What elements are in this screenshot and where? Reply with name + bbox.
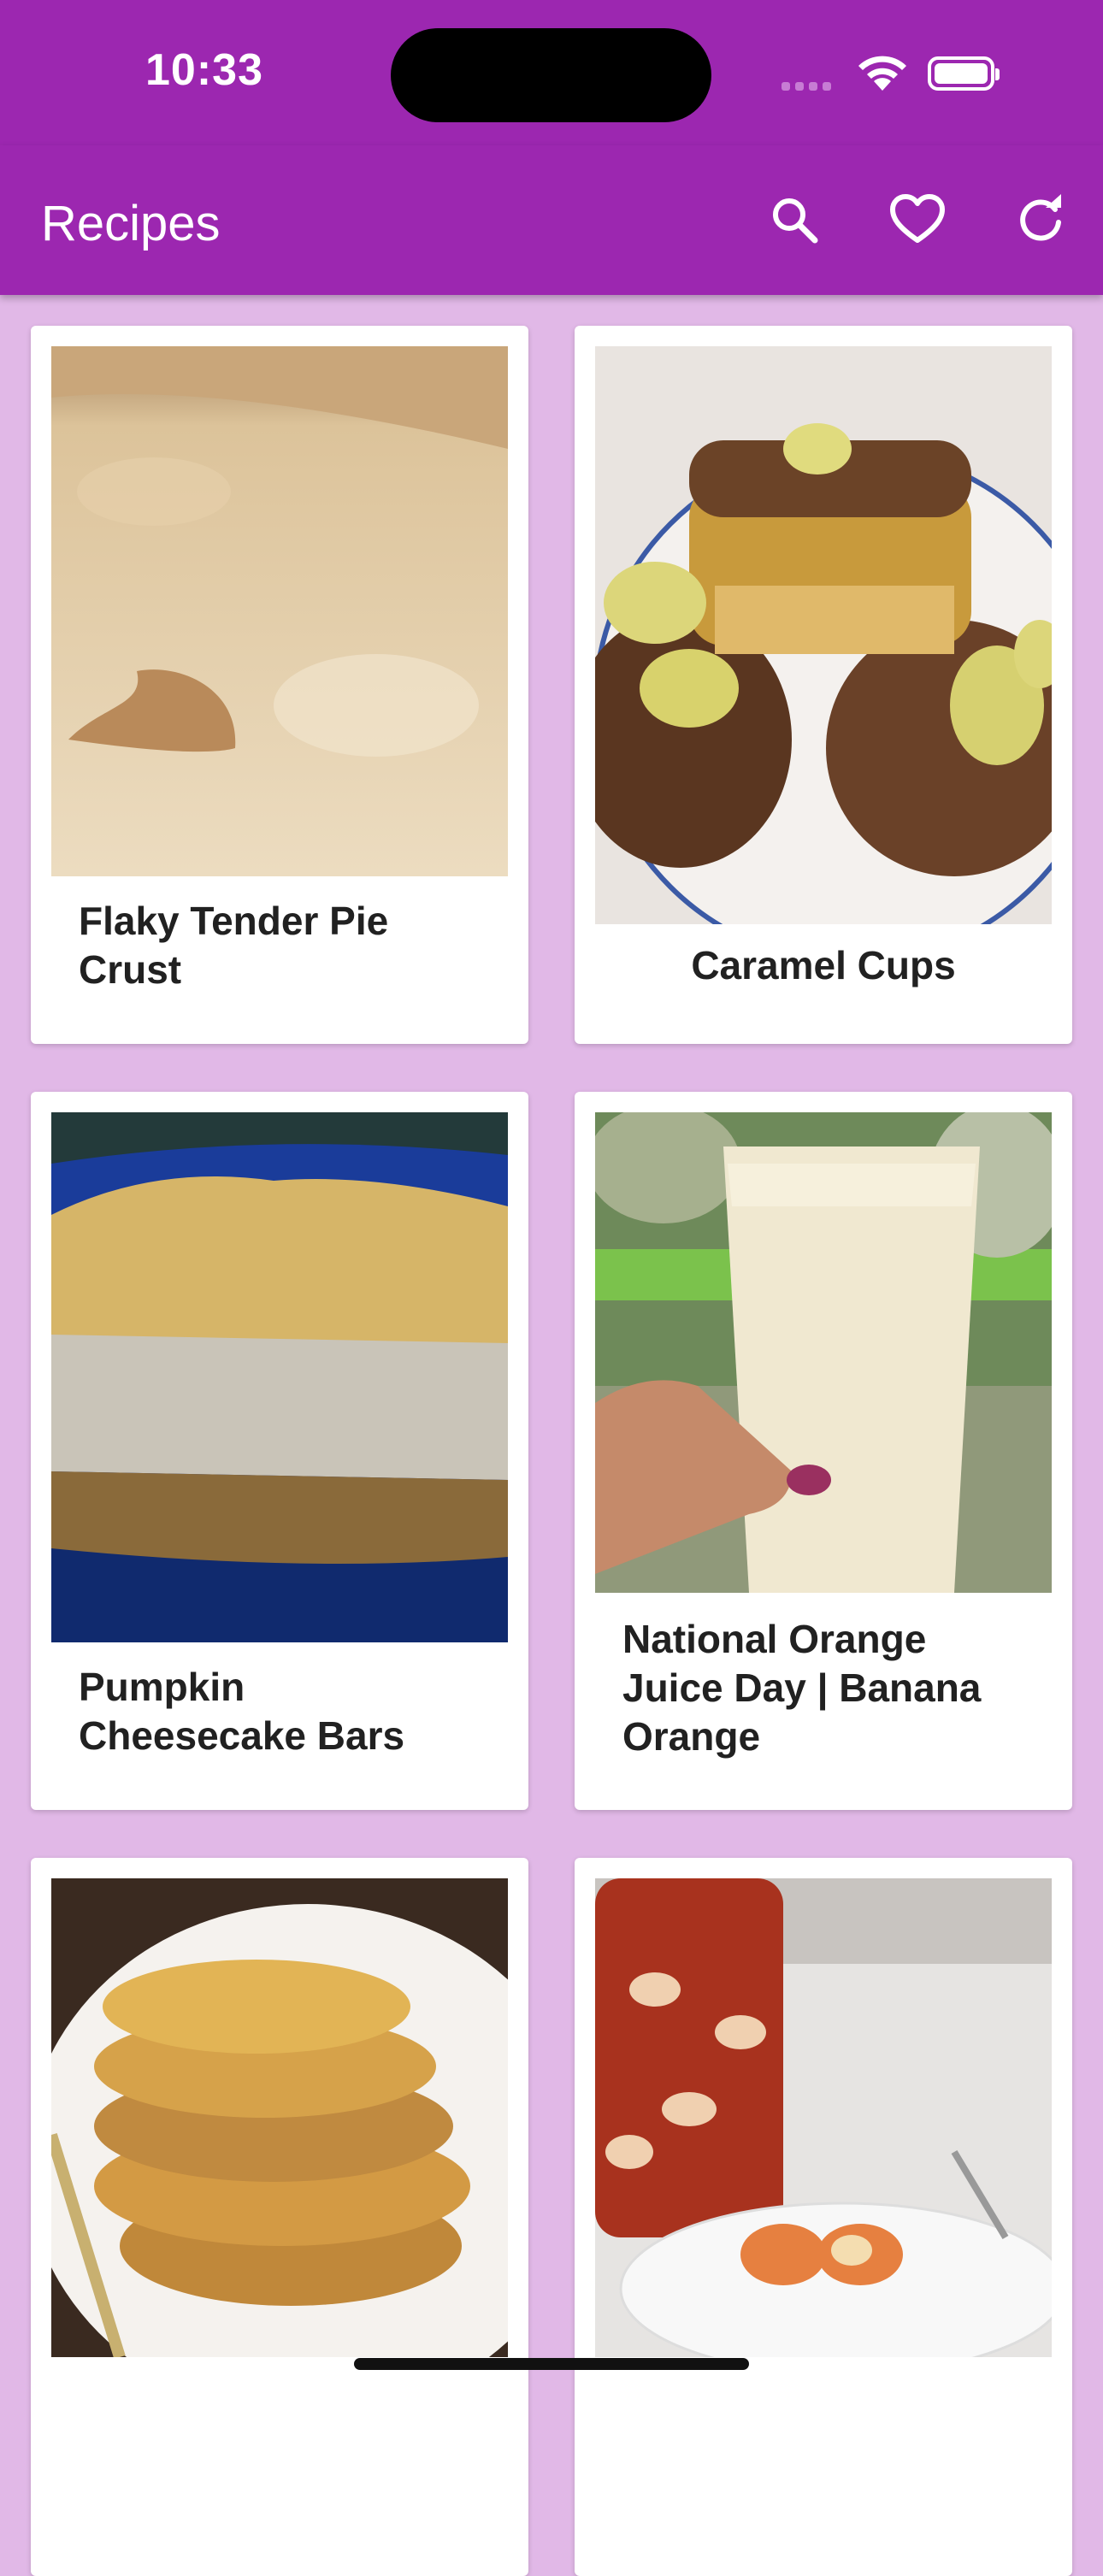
recipe-card[interactable] [575, 1858, 1072, 2576]
recipe-image [51, 1878, 508, 2357]
app-bar: Recipes [0, 145, 1103, 295]
heart-icon [890, 194, 945, 243]
recipe-title: Flaky Tender Pie Crust [79, 899, 389, 992]
search-button[interactable] [756, 181, 833, 258]
recipe-card[interactable]: Pumpkin Cheesecake Bars [31, 1092, 528, 1810]
refresh-button[interactable] [1002, 181, 1079, 258]
dynamic-island [391, 28, 711, 122]
recipe-title: Pumpkin Cheesecake Bars [79, 1665, 405, 1758]
recipe-card[interactable]: Flaky Tender Pie Crust [31, 326, 528, 1044]
recipe-card[interactable] [31, 1858, 528, 2576]
recipe-image [595, 1878, 1052, 2357]
battery-icon [928, 56, 1000, 91]
refresh-icon [1020, 194, 1061, 241]
home-indicator[interactable] [354, 2358, 749, 2370]
page-title: Recipes [41, 196, 221, 251]
search-icon [773, 198, 818, 244]
favorites-button[interactable] [879, 181, 956, 258]
cellular-signal-icon [782, 80, 836, 95]
recipe-card[interactable]: National Orange Juice Day | Banana Orang… [575, 1092, 1072, 1810]
recipe-card[interactable]: Caramel Cups [575, 326, 1072, 1044]
recipe-image [595, 346, 1052, 924]
recipe-title: National Orange Juice Day | Banana Orang… [622, 1617, 982, 1759]
recipe-title: Caramel Cups [691, 943, 956, 987]
status-time: 10:33 [145, 45, 263, 95]
recipe-image [51, 1112, 508, 1642]
recipe-image [595, 1112, 1052, 1593]
recipe-image [51, 346, 508, 876]
wifi-icon [858, 56, 906, 91]
status-bar: 10:33 [0, 0, 1103, 145]
